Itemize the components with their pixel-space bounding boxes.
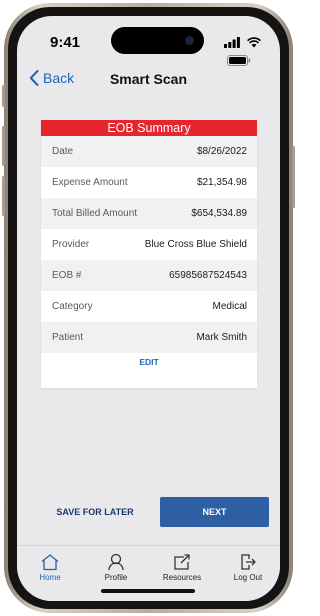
dynamic-island xyxy=(111,27,204,54)
home-indicator xyxy=(101,589,195,593)
volume-up-button xyxy=(2,126,5,166)
summary-row-label: Date xyxy=(52,146,74,157)
summary-row-label: Patient xyxy=(52,332,84,343)
summary-row-value: Blue Cross Blue Shield xyxy=(144,239,247,250)
tab-resources[interactable]: Resources xyxy=(149,553,215,582)
battery-icon xyxy=(227,55,251,66)
tab-home[interactable]: Home xyxy=(17,553,83,582)
edit-link[interactable]: EDIT xyxy=(41,357,257,367)
navigation-bar: Back Smart Scan xyxy=(17,68,280,98)
camera-icon xyxy=(185,36,194,45)
power-button xyxy=(292,146,295,208)
summary-row-date: Date $8/26/2022 xyxy=(41,136,257,167)
tab-label: Profile xyxy=(104,573,128,582)
eob-summary-header: EOB Summary xyxy=(41,120,257,136)
summary-row-label: Provider xyxy=(52,239,90,250)
status-time: 9:41 xyxy=(50,34,81,51)
action-button xyxy=(2,85,5,107)
eob-summary-rows: Date $8/26/2022 Expense Amount $21,354.9… xyxy=(41,136,257,353)
summary-row-label: Total Billed Amount xyxy=(52,208,138,219)
summary-row-value: $654,534.89 xyxy=(191,208,247,219)
bottom-tab-bar: Home Profile Resources Log Out xyxy=(17,545,280,601)
logout-icon xyxy=(241,554,256,570)
summary-row-eob-number: EOB # 65985687524543 xyxy=(41,260,257,291)
tab-profile[interactable]: Profile xyxy=(83,553,149,582)
summary-row-value: $21,354.98 xyxy=(196,177,247,188)
wifi-icon xyxy=(247,37,262,48)
summary-row-value: $8/26/2022 xyxy=(196,146,247,157)
status-icons xyxy=(224,37,280,66)
summary-row-value: 65985687524543 xyxy=(169,270,247,281)
tab-log-out[interactable]: Log Out xyxy=(215,553,280,582)
summary-row-label: EOB # xyxy=(52,270,82,281)
person-icon xyxy=(108,553,124,571)
save-for-later-button[interactable]: SAVE FOR LATER xyxy=(50,497,140,527)
next-button[interactable]: NEXT xyxy=(160,497,269,527)
summary-row-label: Category xyxy=(52,301,93,312)
app-screen: 9:41 Back Smart Scan EOB Summary Date $8… xyxy=(17,16,280,601)
summary-row-expense-amount: Expense Amount $21,354.98 xyxy=(41,167,257,198)
home-icon xyxy=(41,554,59,571)
tab-bar-divider xyxy=(17,545,280,546)
tab-label: Resources xyxy=(162,573,202,582)
tab-label: Home xyxy=(39,573,61,582)
external-link-icon xyxy=(174,554,190,570)
summary-row-label: Expense Amount xyxy=(52,177,128,188)
signal-icon xyxy=(224,37,240,48)
summary-row-value: Medical xyxy=(212,301,247,312)
summary-row-total-billed: Total Billed Amount $654,534.89 xyxy=(41,198,257,229)
page-title: Smart Scan xyxy=(109,71,188,87)
summary-row-provider: Provider Blue Cross Blue Shield xyxy=(41,229,257,260)
eob-summary-card: EOB Summary Date $8/26/2022 Expense Amou… xyxy=(41,120,257,388)
tab-label: Log Out xyxy=(233,573,263,582)
summary-row-patient: Patient Mark Smith xyxy=(41,322,257,353)
summary-row-value: Mark Smith xyxy=(196,332,247,343)
summary-row-category: Category Medical xyxy=(41,291,257,322)
volume-down-button xyxy=(2,176,5,216)
